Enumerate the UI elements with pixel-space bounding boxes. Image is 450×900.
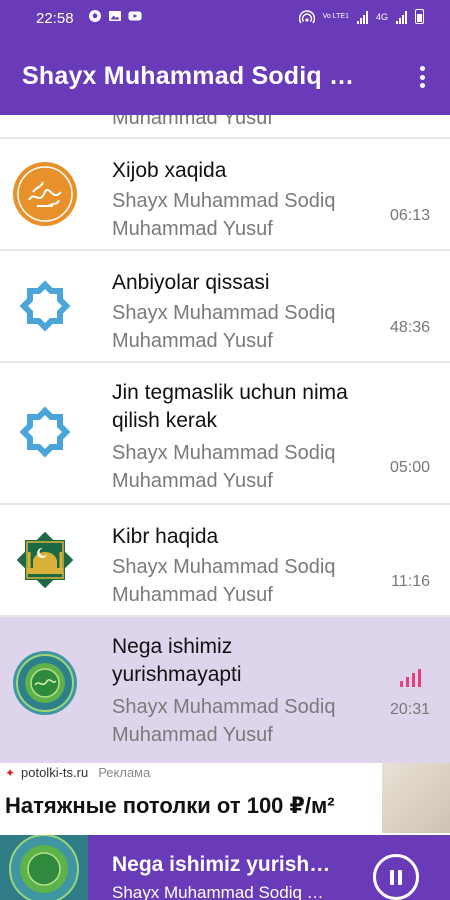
- teal-ornament-icon: [0, 835, 88, 900]
- youtube-icon: [128, 11, 142, 21]
- track-duration: 48:36: [389, 319, 430, 336]
- screen: 22:58 Vo LTE1 4G Shayx Muhammad Sodiq Mu…: [0, 0, 450, 900]
- mini-player[interactable]: Nega ishimiz yurishmayapti Shayx Muhamma…: [0, 835, 450, 900]
- pause-button[interactable]: [373, 854, 419, 900]
- page-title: Shayx Muhammad Sodiq Muhammad Yusuf: [22, 62, 372, 90]
- notification-icons: [88, 9, 142, 23]
- soccer-ball-icon: [89, 10, 101, 22]
- list-item-partial-subtitle: Muhammad Yusuf: [112, 115, 273, 129]
- battery-icon: [415, 9, 424, 24]
- list-item[interactable]: Jin tegmaslik uchun nima qilish kerak Sh…: [0, 363, 450, 503]
- track-author: Shayx Muhammad Sodiq Muhammad Yusuf: [112, 190, 336, 240]
- status-right-icons: Vo LTE1 4G: [298, 9, 424, 24]
- player-author: Shayx Muhammad Sodiq Muhammad Yusuf: [112, 883, 337, 900]
- track-author: Shayx Muhammad Sodiq Muhammad Yusuf: [112, 442, 336, 492]
- ad-domain: potolki-ts.ru: [21, 765, 89, 780]
- teal-ornament-icon: [13, 651, 77, 715]
- ad-source: ✦ potolki-ts.ru Реклама: [5, 765, 150, 780]
- equalizer-icon: [400, 669, 426, 687]
- signal-icon: [356, 10, 368, 24]
- ad-banner[interactable]: ✦ potolki-ts.ru Реклама Натяжные потолки…: [0, 763, 450, 835]
- track-title: Nega ishimiz yurishmayapti: [112, 635, 242, 686]
- track-duration: 20:31: [389, 701, 430, 718]
- track-duration: 06:13: [389, 207, 430, 224]
- track-title: Anbiyolar qissasi: [112, 271, 270, 294]
- signal-icon: [396, 10, 407, 24]
- status-bar: 22:58 Vo LTE1 4G: [0, 0, 450, 38]
- more-vertical-icon[interactable]: [414, 64, 430, 90]
- track-title: Kibr haqida: [112, 525, 219, 548]
- track-duration: 05:00: [389, 459, 430, 476]
- track-author: Shayx Muhammad Sodiq Muhammad Yusuf: [112, 302, 336, 352]
- volte-icon: Vo LTE1: [322, 12, 349, 20]
- green-gold-mosque-icon: [16, 531, 74, 589]
- list-item[interactable]: Kibr haqida Shayx Muhammad Sodiq Muhamma…: [0, 505, 450, 615]
- track-author: Shayx Muhammad Sodiq Muhammad Yusuf: [112, 696, 336, 746]
- ad-image[interactable]: [382, 763, 450, 833]
- ad-label: Реклама: [98, 765, 151, 780]
- ad-headline[interactable]: Натяжные потолки от 100 ₽/м²: [5, 787, 375, 835]
- list-item[interactable]: Xijob xaqida Shayx Muhammad Sodiq Muhamm…: [0, 139, 450, 249]
- status-time: 22:58: [36, 10, 74, 27]
- hotspot-icon: [298, 9, 315, 23]
- track-duration: 11:16: [391, 573, 430, 590]
- blue-octagram-icon: [19, 406, 71, 458]
- image-icon: [109, 11, 121, 21]
- list-item[interactable]: Anbiyolar qissasi Shayx Muhammad Sodiq M…: [0, 251, 450, 361]
- map-pin-icon: ✦: [5, 765, 16, 780]
- blue-octagram-icon: [19, 280, 71, 332]
- track-title: Jin tegmaslik uchun nima qilish kerak: [112, 381, 348, 432]
- track-list[interactable]: Muhammad Yusuf Xijob xaqida Shayx Muhamm…: [0, 115, 450, 763]
- app-bar: 22:58 Vo LTE1 4G Shayx Muhammad Sodiq Mu…: [0, 0, 450, 115]
- data-indicator-icon: 4G: [375, 11, 388, 22]
- list-item-active[interactable]: Nega ishimiz yurishmayapti Shayx Muhamma…: [0, 617, 450, 763]
- player-title: Nega ishimiz yurishmayapti: [112, 853, 342, 876]
- track-title: Xijob xaqida: [112, 159, 227, 182]
- orange-calligraphy-icon: [13, 162, 77, 226]
- track-author: Shayx Muhammad Sodiq Muhammad Yusuf: [112, 556, 336, 606]
